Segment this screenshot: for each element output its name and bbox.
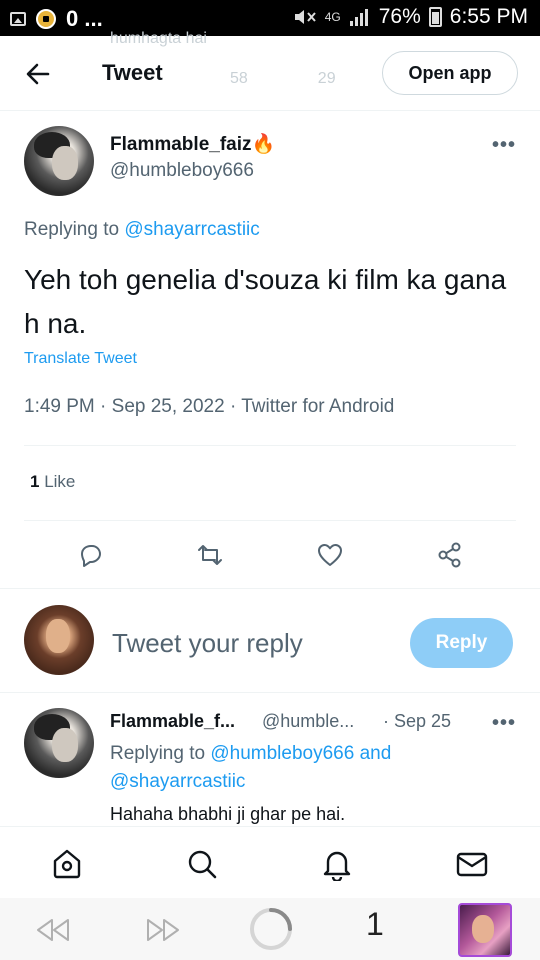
divider <box>24 520 516 521</box>
reply-replying-and: and <box>359 743 392 764</box>
scrolled-background-likes: 29 <box>317 70 336 87</box>
open-app-button[interactable]: Open app <box>382 51 518 95</box>
share-icon[interactable] <box>436 541 464 569</box>
gallery-notification-icon <box>10 12 26 26</box>
notifications-icon[interactable] <box>320 847 354 881</box>
reply-more-options-icon[interactable]: ••• <box>492 712 516 735</box>
divider <box>24 445 516 446</box>
author-avatar[interactable] <box>24 126 94 196</box>
browser-back-icon[interactable] <box>34 916 74 944</box>
reply-date[interactable]: · Sep 25 <box>383 711 451 732</box>
divider <box>0 588 540 589</box>
reply-button[interactable]: Reply <box>410 618 513 668</box>
tab-count[interactable]: 1 <box>366 906 384 943</box>
tab-thumbnail[interactable] <box>458 903 512 957</box>
reply-author-handle[interactable]: @humble... <box>262 711 354 732</box>
reply-replying-to: Replying to @humbleboy666 and <box>110 743 392 764</box>
signal-icon <box>349 9 368 26</box>
reply-replying-to-line2: @shayarrcastiic <box>110 771 245 793</box>
tweet-timestamp: 1:49 PM · Sep 25, 2022 · Twitter for And… <box>24 396 395 417</box>
mute-icon <box>294 10 316 24</box>
battery-percent: 76% <box>378 5 421 28</box>
app-notification-icon <box>36 9 56 29</box>
messages-icon[interactable] <box>455 847 489 881</box>
reply-input[interactable]: Tweet your reply <box>112 628 303 659</box>
replying-to-link[interactable]: @shayarrcastiic <box>124 219 259 240</box>
translate-tweet-link[interactable]: Translate Tweet <box>24 350 137 368</box>
reply-icon[interactable] <box>77 541 105 569</box>
page-title: Tweet <box>102 60 163 85</box>
home-icon[interactable] <box>50 847 84 881</box>
search-icon[interactable] <box>185 847 219 881</box>
loading-spinner-icon[interactable] <box>248 906 294 952</box>
browser-forward-icon[interactable] <box>142 916 182 944</box>
retweet-icon[interactable] <box>196 541 224 569</box>
author-handle[interactable]: @humbleboy666 <box>110 160 254 182</box>
network-type: 4G <box>324 10 341 24</box>
divider <box>0 692 540 693</box>
author-name[interactable]: Flammable_faiz🔥 <box>110 132 275 156</box>
reply-tweet-text: Hahaha bhabhi ji ghar pe hai. <box>110 804 346 824</box>
fire-emoji: 🔥 <box>251 134 276 155</box>
bottom-nav <box>0 826 540 898</box>
like-icon[interactable] <box>316 541 344 569</box>
replying-to: Replying to @shayarrcastiic <box>24 219 260 240</box>
reply-author-avatar[interactable] <box>24 708 94 778</box>
like-count[interactable]: 1 Like <box>30 472 75 492</box>
scrolled-background-text: humhagta hai <box>110 30 207 47</box>
scrolled-background-retweets: 58 <box>230 70 248 87</box>
clock: 6:55 PM <box>449 5 528 28</box>
reply-author-name[interactable]: Flammable_f... <box>110 711 235 732</box>
more-options-icon[interactable]: ••• <box>492 134 516 157</box>
tweet-text: Yeh toh genelia d'souza ki film ka gana … <box>24 264 507 339</box>
back-arrow-icon[interactable] <box>24 60 52 88</box>
status-bar: 0 ... 4G 76% 6:55 PM <box>0 0 540 36</box>
user-avatar[interactable] <box>24 605 94 675</box>
battery-icon <box>428 7 442 27</box>
status-left-text: 0 ... <box>66 6 103 31</box>
reply-replying-to-link-1[interactable]: @humbleboy666 <box>210 743 354 764</box>
reply-replying-to-link-2[interactable]: @shayarrcastiic <box>110 771 245 792</box>
app-header: humhagta hai 58 29 Tweet Open app <box>0 30 540 111</box>
